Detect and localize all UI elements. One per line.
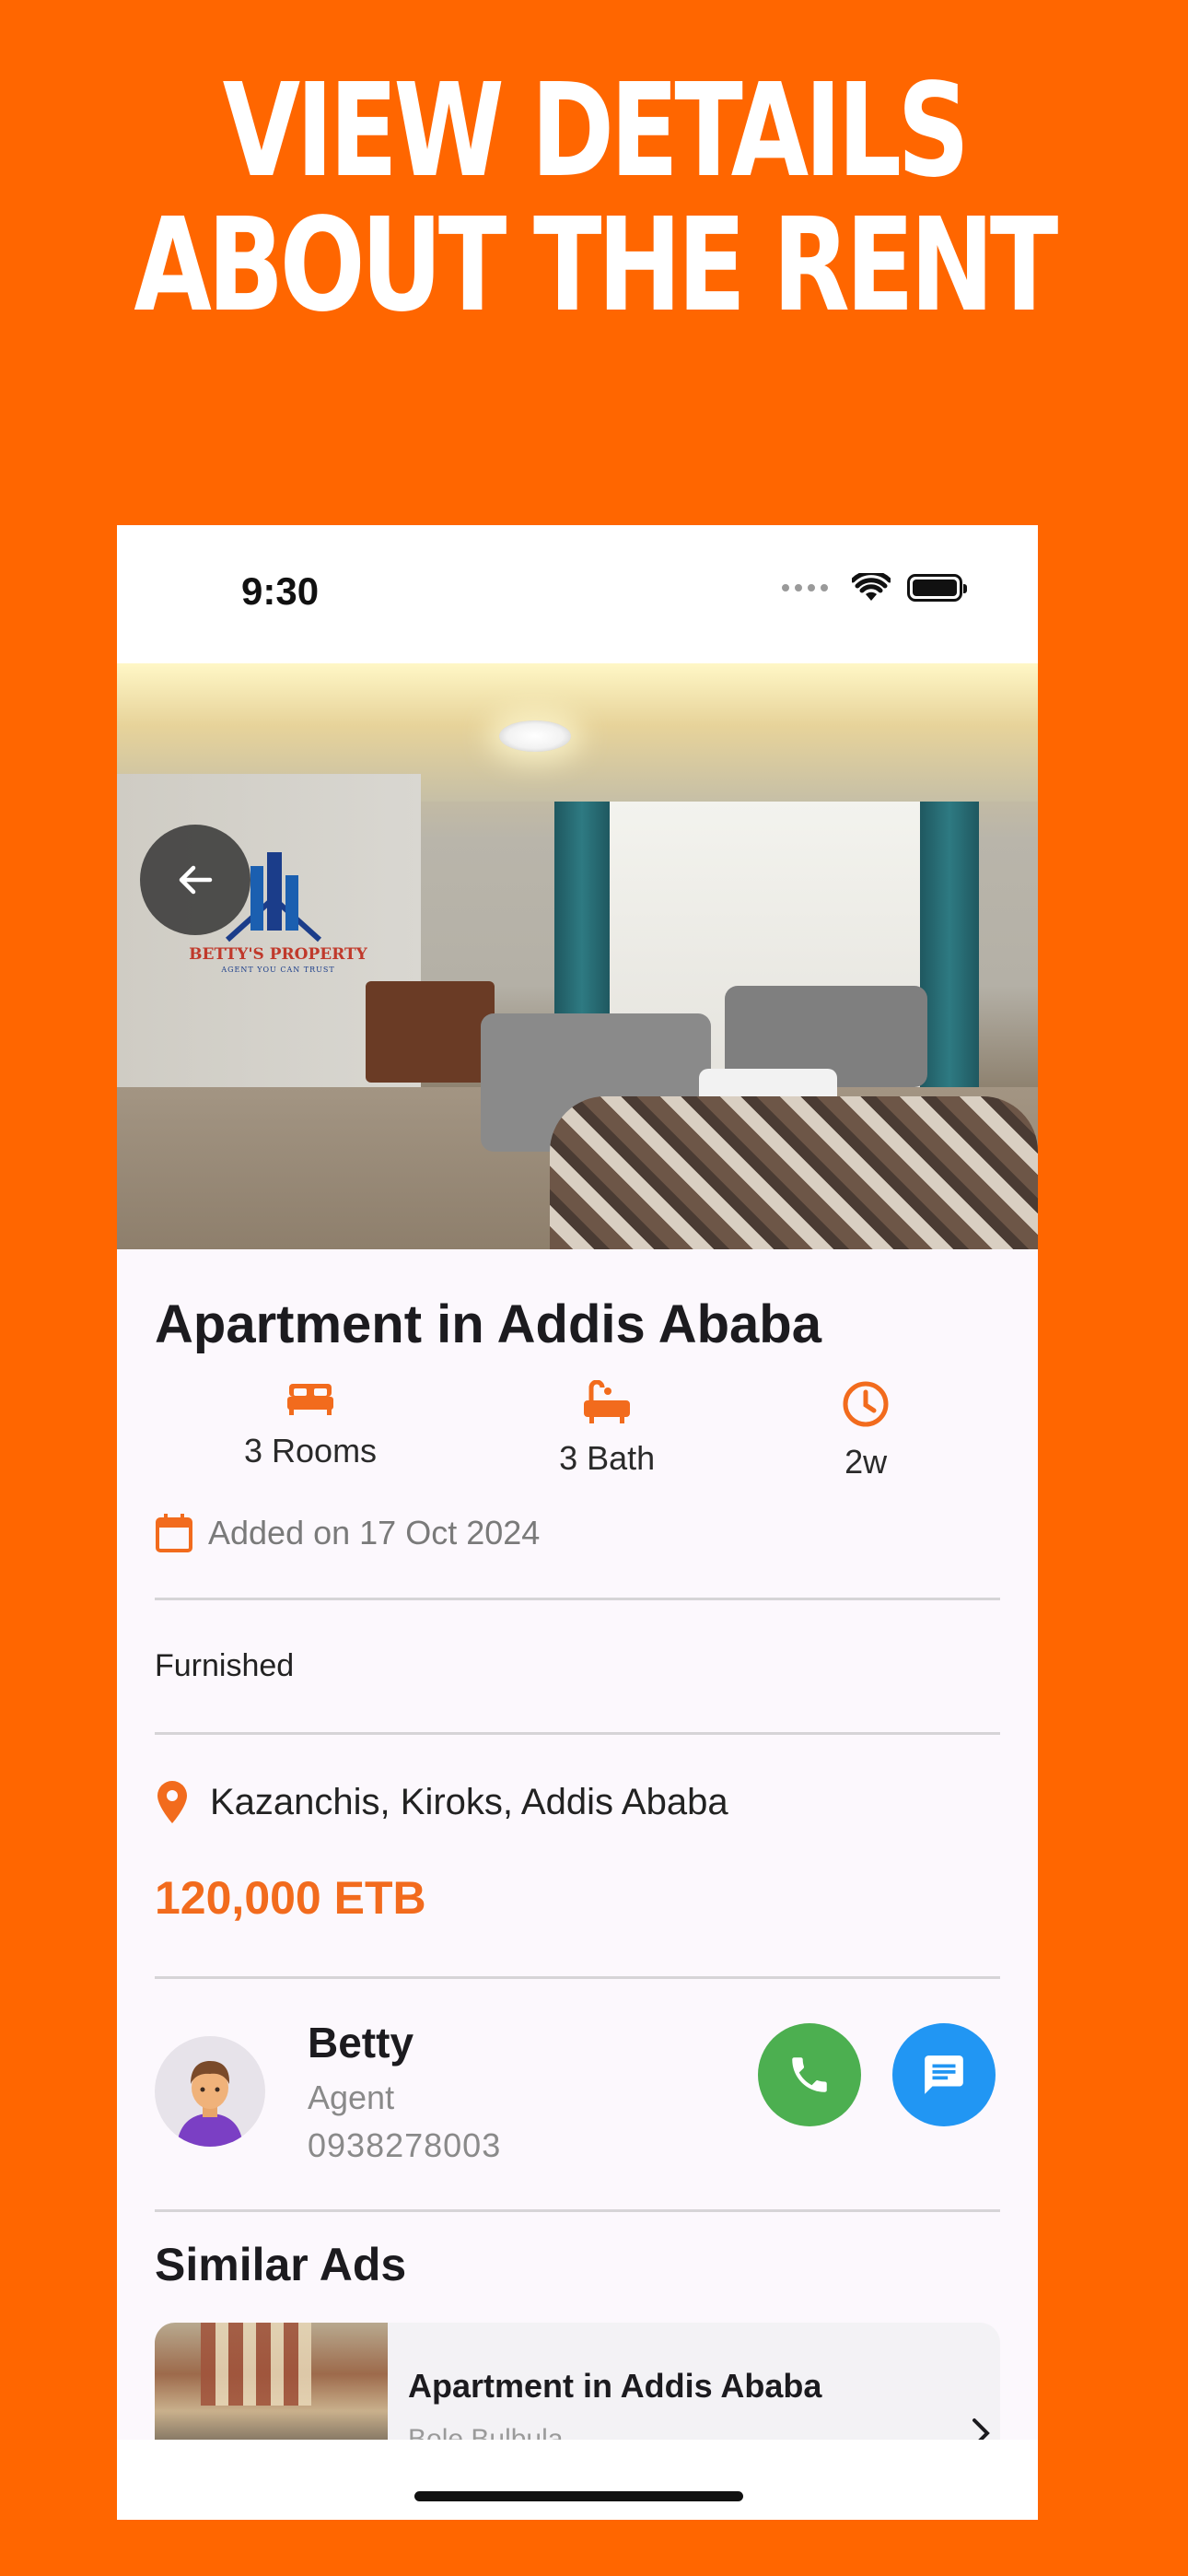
divider	[155, 1732, 1000, 1735]
status-icons	[782, 573, 967, 603]
listing-price: 120,000 ETB	[155, 1872, 426, 1924]
agent-avatar	[155, 2036, 265, 2147]
feature-row: 3 Rooms 3 Bath 2w	[155, 1380, 1000, 1481]
agent-name: Betty	[308, 2019, 414, 2067]
bottom-safe-area	[117, 2440, 1038, 2520]
back-button[interactable]	[140, 825, 250, 935]
listing-title: Apartment in Addis Ababa	[155, 1294, 821, 1354]
listing-photo[interactable]: BETTY'S PROPERTY AGENT YOU CAN TRUST	[117, 663, 1038, 1249]
feature-rooms-label: 3 Rooms	[244, 1432, 378, 1469]
promo-headline: VIEW DETAILS ABOUT THE RENT	[131, 56, 1058, 341]
location-text: Kazanchis, Kiroks, Addis Ababa	[210, 1781, 728, 1822]
agent-role: Agent	[308, 2078, 395, 2116]
chat-icon	[925, 2055, 963, 2094]
home-indicator[interactable]	[414, 2491, 743, 2501]
arrow-left-icon	[179, 865, 213, 895]
message-button[interactable]	[892, 2023, 996, 2126]
person-icon	[177, 2061, 243, 2147]
promo-headline-line-1: VIEW DETAILS	[222, 56, 970, 206]
feature-age: 2w	[842, 1380, 890, 1481]
agent-info: Betty Agent 0938278003	[308, 2018, 501, 2165]
listing-details: Apartment in Addis Ababa 3 Rooms 3 Bath …	[155, 1249, 1000, 2470]
added-date-row: Added on 17 Oct 2024	[155, 1513, 1000, 1553]
phone-icon	[792, 2057, 827, 2092]
divider	[155, 2209, 1000, 2212]
feature-bath: 3 Bath	[559, 1380, 655, 1481]
phone-screen: 9:30 BETTY'S PROPERTY AGENT YOU CAN TRUS…	[117, 525, 1038, 2520]
similar-ads-heading: Similar Ads	[155, 2239, 407, 2290]
similar-ad-title: Apartment in Addis Ababa	[408, 2367, 822, 2405]
signal-icon	[782, 584, 828, 591]
watermark-brand: BETTY'S PROPERTY	[189, 945, 367, 964]
agent-card: Betty Agent 0938278003	[155, 1979, 1000, 2209]
bathtub-icon	[584, 1380, 631, 1423]
added-date: Added on 17 Oct 2024	[208, 1514, 541, 1551]
feature-age-label: 2w	[844, 1443, 888, 1481]
wifi-icon	[852, 573, 891, 601]
status-bar: 9:30	[117, 525, 1038, 663]
feature-bath-label: 3 Bath	[559, 1439, 656, 1477]
location-pin-icon	[157, 1781, 187, 1823]
battery-icon	[907, 574, 967, 602]
promo-headline-line-2: ABOUT THE RENT	[134, 191, 1058, 341]
feature-rooms: 3 Rooms	[244, 1380, 377, 1481]
bed-icon	[287, 1384, 334, 1415]
calendar-icon	[156, 1514, 192, 1552]
agent-phone: 0938278003	[308, 2126, 502, 2164]
call-button[interactable]	[758, 2023, 861, 2126]
property-watermark: BETTY'S PROPERTY AGENT YOU CAN TRUST	[181, 945, 375, 974]
clock-icon	[843, 1381, 889, 1427]
furnishing-status: Furnished	[155, 1648, 295, 1683]
status-time: 9:30	[241, 569, 320, 613]
location-row: Kazanchis, Kiroks, Addis Ababa	[155, 1779, 1000, 1825]
watermark-tagline: AGENT YOU CAN TRUST	[221, 966, 335, 974]
